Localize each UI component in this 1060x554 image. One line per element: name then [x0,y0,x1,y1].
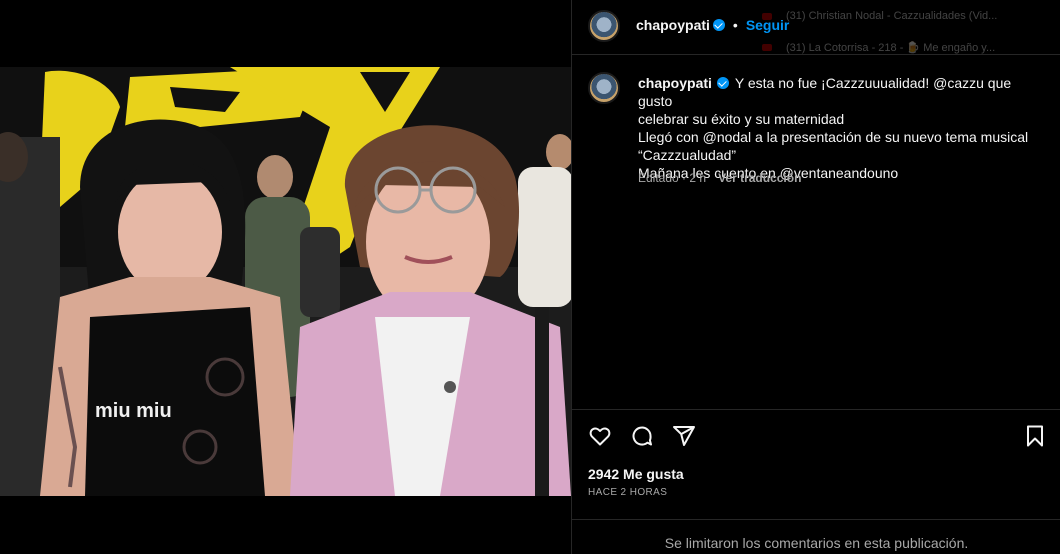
edited-info: Editado · 2 h [638,171,707,185]
post-caption: chapoypati Y esta no fue ¡Cazzzuuualidad!… [638,74,1048,182]
caption-avatar[interactable] [588,72,620,104]
overlay-item-text: (31) La Cotorrisa - 218 - 🍺 Me engaño y.… [786,41,996,54]
media-pane: miu miu [0,0,571,554]
post-header: (31) Christian Nodal - Cazzualidades (Vi… [572,0,1060,55]
separator-dot: • [732,17,738,33]
action-icons [588,424,696,448]
likes-count[interactable]: 2942 Me gusta [588,466,684,482]
translate-button[interactable]: Ver traducción [718,171,801,185]
comment-icon[interactable] [630,424,654,448]
avatar[interactable] [588,10,620,42]
verified-icon [716,77,729,89]
post-time: HACE 2 HORAS [588,487,668,498]
caption-username-link[interactable]: chapoypati [638,75,712,91]
overlay-item: (31) La Cotorrisa - 218 - 🍺 Me engaño y.… [762,37,996,54]
header-user: chapoypati • Seguir [636,17,789,33]
caption-text: Llegó con @nodal a la presentación de su… [638,129,1029,145]
overlay-item: (31) Christian Nodal - Cazzualidades (Vi… [762,6,997,26]
caption-line: chapoypati Y esta no fue ¡Cazzzuuualidad!… [638,74,1048,110]
heart-icon[interactable] [588,424,612,448]
verified-icon [712,19,725,31]
overlay-item-text: (31) Christian Nodal - Cazzualidades (Vi… [786,10,998,22]
caption-text: “Cazzzualudad” [638,147,737,163]
shirt-text: miu miu [95,400,172,422]
share-icon[interactable] [672,424,696,448]
edited-time: 2 h [689,171,707,185]
post-photo[interactable]: miu miu [0,67,571,496]
comments-limited-notice: Se limitaron los comentarios en esta pub… [572,519,1060,554]
post-actions: 2942 Me gusta HACE 2 HORAS Se limitaron … [572,409,1060,554]
caption-meta: Editado · 2 h Ver traducción [638,171,801,185]
caption-area: chapoypati Y esta no fue ¡Cazzzuuualidad!… [572,56,1060,409]
background-overlay: (31) Christian Nodal - Cazzualidades (Vi… [762,0,1060,54]
post-details-pane: (31) Christian Nodal - Cazzualidades (Vi… [571,0,1060,554]
username-link[interactable]: chapoypati [636,17,710,33]
caption-text: celebrar su éxito y su maternidad [638,111,845,127]
follow-button[interactable]: Seguir [746,17,790,33]
edited-label: Editado [638,171,679,185]
post-photo-illustration: miu miu [0,67,571,496]
bookmark-icon[interactable] [1023,424,1047,448]
youtube-icon [762,43,772,51]
